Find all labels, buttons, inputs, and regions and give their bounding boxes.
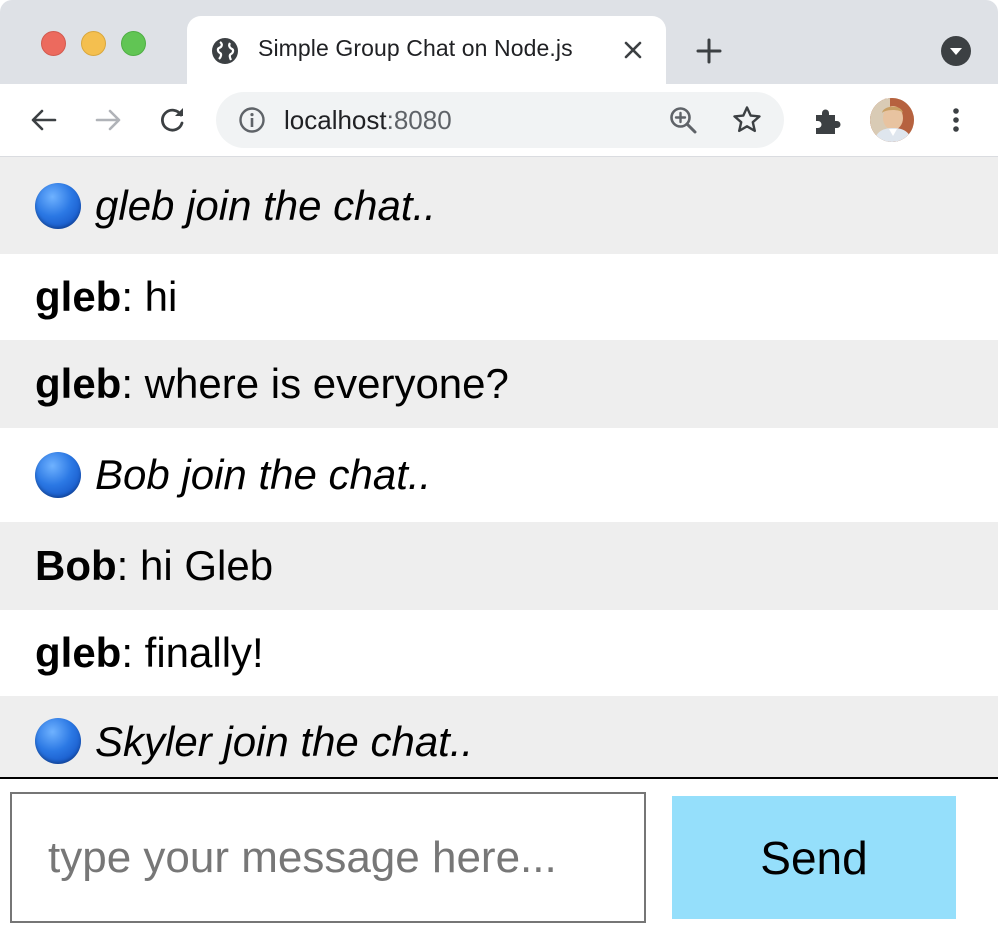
message-input[interactable] [12,794,644,921]
message-text: : finally! [121,629,264,676]
back-arrow-icon[interactable] [28,104,60,136]
profile-avatar[interactable] [870,98,914,142]
more-menu-icon[interactable] [940,104,972,136]
url-port: :8080 [386,105,452,135]
url-text[interactable]: localhost:8080 [284,105,452,136]
message-author: Bob [35,542,117,589]
bookmark-star-icon[interactable] [731,104,763,136]
tab-active[interactable]: Simple Group Chat on Node.js [187,16,666,84]
tab-bar: Simple Group Chat on Node.js [0,0,998,84]
chat-messages: gleb join the chat.. gleb: hi gleb: wher… [0,157,998,777]
zoom-in-icon[interactable] [668,105,698,135]
message-text: : hi [121,273,178,320]
browser-window: Simple Group Chat on Node.js localhost:8… [0,0,998,930]
close-window-button[interactable] [41,31,66,56]
send-button[interactable]: Send [672,796,956,919]
message-row: Bob join the chat.. [0,428,998,522]
blue-circle-icon [35,182,81,229]
message-text: : hi Gleb [116,542,274,589]
composer-divider [0,777,998,779]
extensions-puzzle-icon[interactable] [810,104,844,138]
system-message: gleb join the chat.. [95,181,436,229]
globe-icon [212,38,238,64]
profile-photo-icon [870,98,914,142]
reload-icon[interactable] [156,104,188,136]
message-author: gleb [35,629,122,676]
blue-circle-icon [35,718,81,764]
message-row: Skyler join the chat.. [0,696,998,777]
message-text: : where is everyone? [121,360,509,407]
info-icon[interactable] [238,106,266,134]
message-input-box[interactable] [10,792,646,923]
browser-toolbar: localhost:8080 [0,84,998,157]
tab-search-button[interactable] [941,36,971,66]
message-row: Bob: hi Gleb [0,522,998,610]
address-bar[interactable]: localhost:8080 [216,92,784,148]
system-message: Bob join the chat.. [95,451,432,498]
chevron-down-icon [950,48,962,55]
close-tab-icon[interactable] [621,38,645,62]
tab-title: Simple Group Chat on Node.js [258,35,573,61]
system-message: Skyler join the chat.. [95,718,474,765]
message-row: gleb: finally! [0,610,998,696]
message-row: gleb: hi [0,254,998,340]
message-author: gleb [35,273,122,320]
minimize-window-button[interactable] [81,31,106,56]
new-tab-icon[interactable] [694,36,724,66]
forward-arrow-icon[interactable] [92,104,124,136]
blue-circle-icon [35,452,81,498]
maximize-window-button[interactable] [121,31,146,56]
url-host: localhost [284,105,387,135]
message-row: gleb join the chat.. [0,157,998,254]
message-author: gleb [35,360,122,407]
message-row: gleb: where is everyone? [0,340,998,428]
